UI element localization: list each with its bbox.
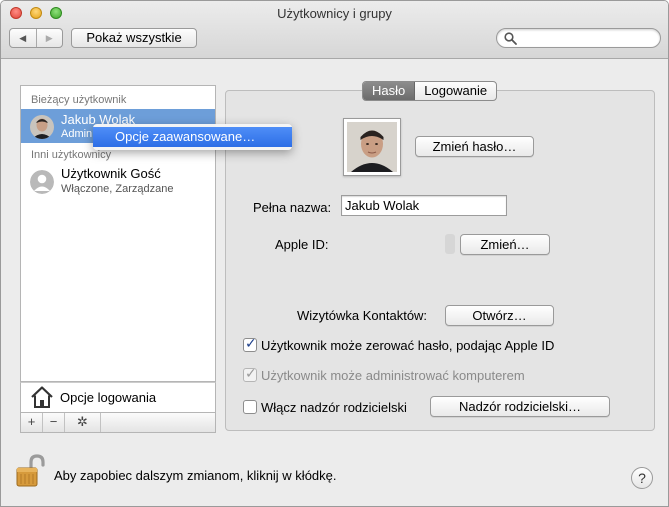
change-password-button[interactable]: Zmień hasło…: [415, 136, 534, 157]
user-list-toolbar: + − ✲: [20, 413, 216, 433]
full-name-label: Pełna nazwa:: [253, 200, 332, 215]
tab-bar: Hasło Logowanie: [362, 81, 498, 101]
reset-password-apple-id-checkbox[interactable]: Użytkownik może zerować hasło, podając A…: [243, 335, 555, 354]
login-options-item[interactable]: Opcje logowania: [20, 382, 216, 413]
checkbox-box: [243, 335, 257, 352]
user-role: Admin: [61, 128, 93, 140]
gear-icon: ✲: [77, 414, 88, 429]
user-status: Włączone, Zarządzane: [61, 183, 174, 195]
apple-id-label: Apple ID:: [275, 237, 329, 252]
context-menu: Opcje zaawansowane…: [93, 124, 292, 150]
full-name-field[interactable]: Jakub Wolak: [341, 195, 507, 216]
search-icon: [504, 32, 517, 45]
user-row-guest[interactable]: Użytkownik Gość Włączone, Zarządzane: [21, 164, 215, 198]
apple-id-value: [445, 234, 455, 254]
titlebar: Użytkownicy i grupy ◀ ▶ Pokaż wszystkie: [1, 1, 668, 59]
avatar: [30, 115, 54, 139]
checkbox-box: [243, 400, 257, 414]
contacts-card-label: Wizytówka Kontaktów:: [297, 308, 428, 323]
back-button[interactable]: ◀: [10, 29, 36, 47]
current-user-header: Bieżący użytkownik: [31, 94, 127, 106]
checkbox-label: Włącz nadzór rodzicielski: [261, 399, 407, 415]
window-title: Użytkownicy i grupy: [277, 6, 392, 21]
checkbox-label: Użytkownik może administrować komputerem: [261, 367, 525, 383]
change-apple-id-button[interactable]: Zmień…: [460, 234, 550, 255]
allow-admin-checkbox[interactable]: Użytkownik może administrować komputerem: [243, 365, 525, 384]
add-user-button[interactable]: +: [21, 413, 43, 432]
user-photo[interactable]: [343, 118, 401, 176]
back-forward-control: ◀ ▶: [9, 28, 63, 48]
search-input[interactable]: [496, 28, 661, 48]
checkbox-box: [243, 365, 257, 382]
lock-icon[interactable]: [14, 454, 46, 488]
help-button[interactable]: ?: [631, 467, 653, 489]
parental-controls-checkbox[interactable]: Włącz nadzór rodzicielski: [243, 398, 407, 416]
other-users-header: Inni użytkownicy: [31, 149, 112, 161]
window: Użytkownicy i grupy ◀ ▶ Pokaż wszystkie …: [0, 0, 669, 507]
action-menu-button[interactable]: ✲: [65, 413, 101, 432]
forward-button[interactable]: ▶: [35, 29, 63, 47]
remove-user-button[interactable]: −: [43, 413, 65, 432]
tab-password[interactable]: Hasło: [363, 82, 416, 100]
tab-login[interactable]: Logowanie: [415, 82, 496, 100]
house-icon: [31, 386, 53, 408]
checkbox-label: Użytkownik może zerować hasło, podając A…: [261, 337, 555, 353]
login-options-label: Opcje logowania: [60, 390, 157, 405]
parental-controls-button[interactable]: Nadzór rodzicielski…: [430, 396, 610, 417]
guest-avatar-icon: [30, 170, 54, 194]
advanced-options-menu-item[interactable]: Opcje zaawansowane…: [93, 127, 292, 147]
user-name: Użytkownik Gość: [61, 166, 161, 181]
lock-message: Aby zapobiec dalszym zmianom, kliknij w …: [54, 468, 337, 483]
open-contacts-card-button[interactable]: Otwórz…: [445, 305, 554, 326]
show-all-button[interactable]: Pokaż wszystkie: [71, 28, 197, 48]
